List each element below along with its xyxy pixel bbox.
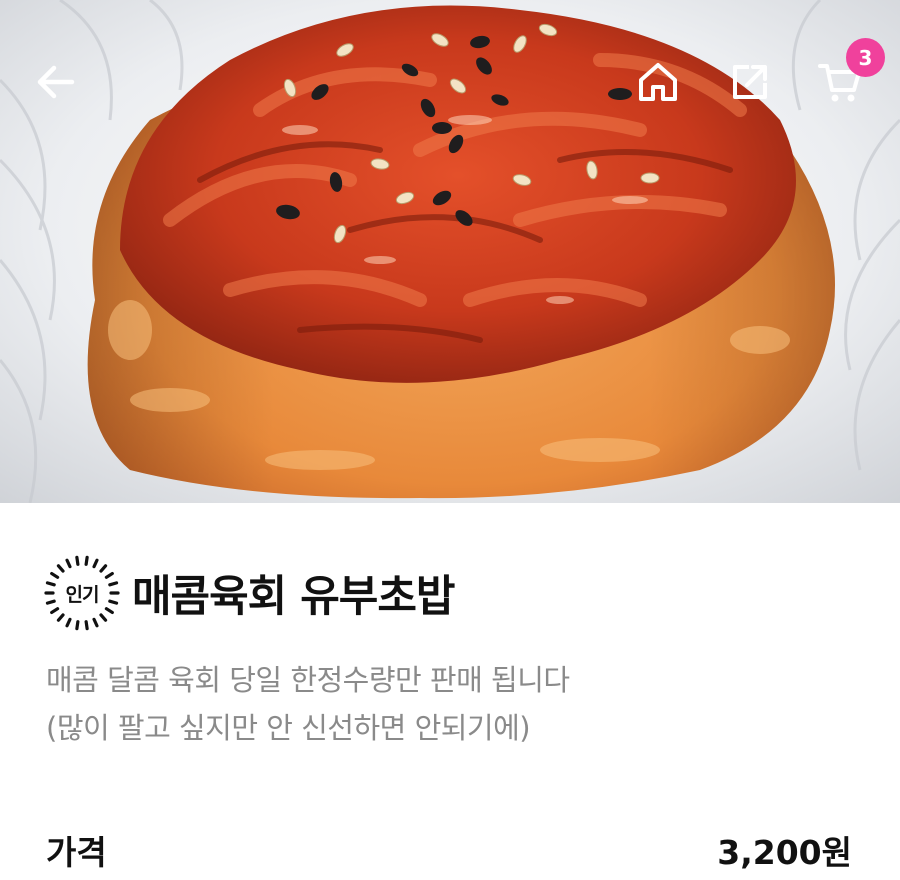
product-description: 매콤 달콤 육회 당일 한정수량만 판매 됩니다 (많이 팔고 싶지만 안 신선… [46,656,866,752]
badge-ray [50,571,60,579]
home-icon [639,63,677,101]
badge-ray [75,555,80,566]
back-button[interactable] [30,56,82,108]
badge-ray [45,599,56,605]
product-title: 매콤육회 유부초밥 [132,572,455,622]
badge-ray [50,607,60,615]
share-button[interactable] [724,56,776,108]
badge-ray [92,617,99,628]
popular-badge-label: 인기 [65,583,100,606]
price-row: 가격 3,200원 [46,826,852,874]
price-value: 3,200원 [717,833,852,872]
home-button[interactable] [632,56,684,108]
badge-ray [104,607,114,615]
arrow-left-icon [37,65,75,99]
popular-badge: 인기 [44,555,120,631]
description-line: 매콤 달콤 육회 당일 한정수량만 판매 됩니다 [46,663,570,697]
badge-ray [65,617,72,628]
badge-ray [92,558,99,569]
badge-ray [99,613,108,622]
badge-ray [84,620,89,631]
price-label: 가격 [46,833,107,872]
badge-ray [108,599,119,605]
product-title-row: 인기 매콤육회 유부초밥 [44,555,455,631]
badge-ray [75,620,80,631]
description-line: (많이 팔고 싶지만 안 신선하면 안되기에) [46,711,531,745]
badge-ray [84,555,89,566]
cart-button[interactable]: 3 [814,38,885,108]
badge-ray [56,564,65,573]
badge-ray [108,581,119,587]
badge-ray [104,571,114,579]
badge-ray [56,613,65,622]
share-icon [733,65,767,99]
badge-ray [99,564,108,573]
product-hero-image: 3 [0,0,900,503]
badge-ray [65,558,72,569]
badge-ray [45,581,56,587]
cart-count-badge: 3 [846,38,885,77]
